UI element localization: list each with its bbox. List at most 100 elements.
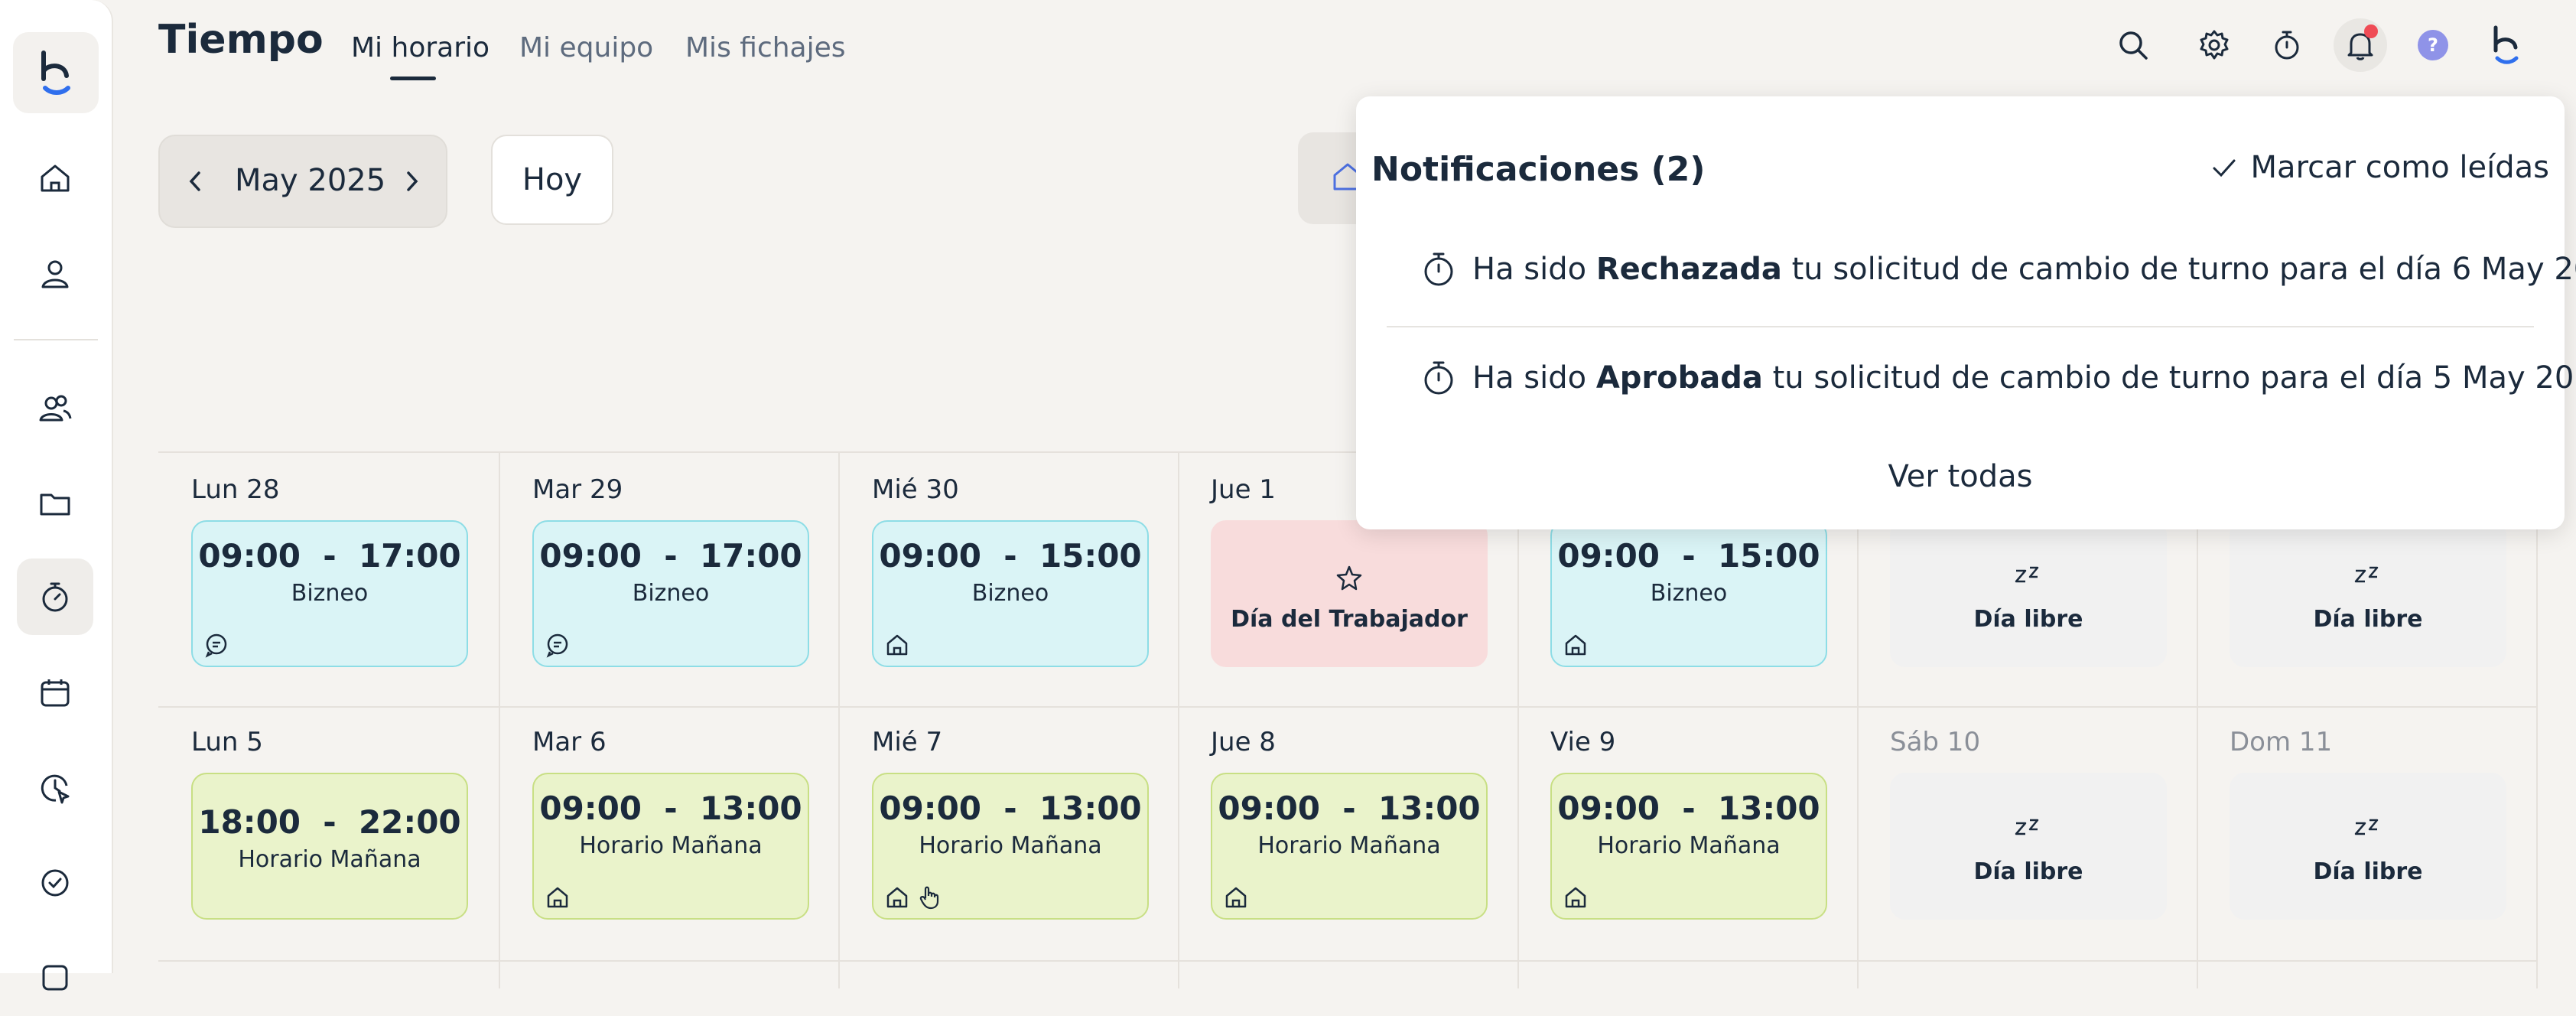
chevron-left-icon [189,171,200,191]
home-icon [1565,887,1586,908]
month-navigator: May 2025 [158,135,447,228]
day-off-card[interactable]: Día libre [2230,773,2506,920]
sidebar-item-tasks[interactable] [17,845,93,921]
folder-icon [40,493,70,516]
sleep-icon [2354,566,2379,583]
notification-prefix: Ha sido [1472,360,1596,396]
check-icon [2213,159,2236,177]
shift-card[interactable]: 09:00 - 17:00 Bizneo [191,520,468,667]
tab-mis-fichajes[interactable]: Mis fichajes [685,32,846,64]
shift-time: 09:00 - 17:00 [198,537,461,575]
sidebar-item-home[interactable] [17,141,93,217]
shift-card[interactable]: 09:00 - 15:00 Bizneo [872,520,1149,667]
shift-time: 09:00 - 15:00 [879,537,1142,575]
home-icon [1225,887,1247,908]
day-off-label: Día libre [1973,858,2083,885]
shift-time: 18:00 - 22:00 [198,803,461,841]
app-logo[interactable] [13,32,99,113]
home-icon [1565,634,1586,656]
notification-status: Aprobada [1595,360,1763,396]
help-button[interactable]: ? [2406,18,2460,72]
day-label: Lun 5 [191,727,263,757]
sidebar-item-more[interactable] [17,939,93,1016]
tab-mi-equipo[interactable]: Mi equipo [519,32,653,64]
notifications-panel: Notificaciones (2) Marcar como leídas Ha… [1356,96,2576,529]
day-label: Jue 8 [1211,727,1276,757]
help-icon: ? [2418,30,2448,60]
notification-text: Ha sido Rechazada tu solicitud de cambio… [1472,252,2576,287]
comment-icon [205,633,227,658]
day-off-card[interactable]: Día libre [1890,773,2167,920]
shift-name: Horario Mañana [919,832,1102,859]
day-label: Mar 29 [532,474,623,505]
notification-item[interactable]: Ha sido Rechazada tu solicitud de cambio… [1419,249,2576,289]
day-off-label: Día libre [2313,858,2423,885]
holiday-card[interactable]: Día del Trabajador [1211,520,1488,667]
shift-name: Horario Mañana [238,846,421,873]
calendar-icon [41,679,70,707]
shift-time: 09:00 - 15:00 [1557,537,1820,575]
shift-name: Horario Mañana [1597,832,1781,859]
sidebar-item-time[interactable] [17,558,93,635]
day-label: Lun 28 [191,474,280,505]
svg-text:?: ? [2428,34,2438,56]
notification-status: Rechazada [1595,252,1782,287]
home-icon [886,634,908,656]
day-label: Dom 11 [2230,727,2333,757]
hand-icon [919,886,939,910]
search-button[interactable] [2106,18,2160,72]
check-circle-icon [41,869,69,897]
today-button[interactable]: Hoy [491,135,613,225]
settings-button[interactable] [2187,18,2241,72]
shift-card[interactable]: 18:00 - 22:00 Horario Mañana [191,773,468,920]
stopwatch-icon [1424,252,1453,286]
notification-item[interactable]: Ha sido Aprobada tu solicitud de cambio … [1419,358,2576,398]
notification-text: Ha sido Aprobada tu solicitud de cambio … [1472,360,2576,396]
holiday-name: Día del Trabajador [1231,606,1468,633]
notifications-button[interactable] [2334,18,2387,72]
shift-card[interactable]: 09:00 - 13:00 Horario Mañana [1550,773,1827,920]
next-month-button[interactable] [393,162,431,200]
notification-divider [1387,326,2534,327]
shift-card[interactable]: 09:00 - 15:00 Bizneo [1550,520,1827,667]
shift-card[interactable]: 09:00 - 17:00 Bizneo [532,520,809,667]
day-off-card[interactable]: Día libre [2230,520,2506,667]
sidebar-item-calendar[interactable] [17,655,93,731]
sidebar-item-team[interactable] [17,370,93,447]
day-label: Mié 30 [872,474,959,505]
tab-mi-horario[interactable]: Mi horario [351,32,490,64]
day-label: Vie 9 [1550,727,1616,757]
stopwatch-icon [1424,361,1453,395]
clock-in-button[interactable] [2260,18,2314,72]
home-icon [41,164,70,192]
mark-as-read-button[interactable]: Marcar como leídas [2211,150,2549,185]
stopwatch-icon [2275,31,2299,60]
shift-name: Horario Mañana [1257,832,1441,859]
shift-time: 09:00 - 13:00 [879,790,1142,827]
day-label: Jue 1 [1211,474,1276,505]
avatar[interactable] [2479,18,2532,72]
shift-card[interactable]: 09:00 - 13:00 Horario Mañana [872,773,1149,920]
sidebar-item-documents[interactable] [17,465,93,542]
day-off-label: Día libre [1973,606,2083,633]
view-all-link[interactable]: Ver todas [1356,459,2565,494]
notification-suffix: tu solicitud de cambio de turno para el … [1762,360,2576,396]
sleep-icon [2354,819,2379,835]
star-icon [1336,565,1362,591]
current-month: May 2025 [235,163,386,198]
sidebar-item-profile[interactable] [17,236,93,312]
previous-month-button[interactable] [176,162,214,200]
time-report-icon [41,774,70,804]
team-icon [39,395,72,422]
sidebar [0,0,113,991]
notifications-title: Notificaciones (2) [1371,150,1706,189]
shift-card[interactable]: 09:00 - 13:00 Horario Mañana [1211,773,1488,920]
shift-time: 09:00 - 13:00 [539,790,802,827]
day-label: Mié 7 [872,727,943,757]
active-tab-indicator [390,77,436,80]
sidebar-item-time-reports[interactable] [17,750,93,826]
shift-card[interactable]: 09:00 - 13:00 Horario Mañana [532,773,809,920]
day-off-card[interactable]: Día libre [1890,520,2167,667]
notification-prefix: Ha sido [1472,252,1596,287]
shift-name: Horario Mañana [579,832,763,859]
